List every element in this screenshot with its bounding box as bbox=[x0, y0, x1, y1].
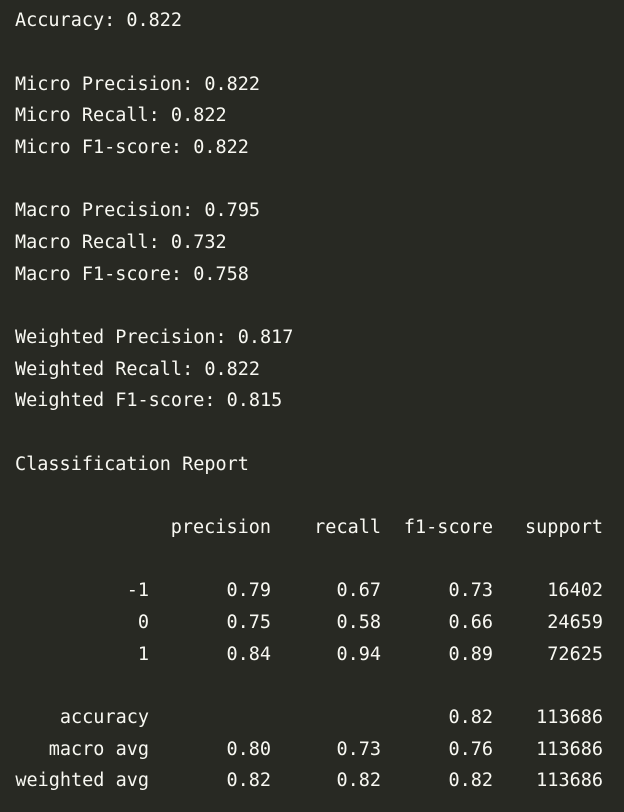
row-f1: 0.73 bbox=[448, 580, 493, 601]
row-f1: 0.82 bbox=[448, 707, 493, 728]
micro-recall-line: Micro Recall: 0.822 bbox=[15, 105, 227, 126]
header-precision: precision bbox=[170, 517, 271, 538]
header-support: support bbox=[525, 517, 603, 538]
micro-f1-line: Micro F1-score: 0.822 bbox=[15, 137, 249, 158]
row-precision: 0.75 bbox=[226, 612, 271, 633]
row-recall: 0.58 bbox=[336, 612, 381, 633]
row-recall: 0.82 bbox=[336, 770, 381, 791]
row-label: accuracy bbox=[59, 707, 149, 728]
row-f1: 0.76 bbox=[448, 739, 493, 760]
row-support: 113686 bbox=[536, 707, 603, 728]
row-label: macro avg bbox=[48, 739, 149, 760]
header-f1-score: f1-score bbox=[403, 517, 493, 538]
row-label: -1 bbox=[126, 580, 149, 601]
row-support: 16402 bbox=[547, 580, 603, 601]
weighted-recall-line: Weighted Recall: 0.822 bbox=[15, 359, 261, 380]
row-recall: 0.94 bbox=[336, 644, 381, 665]
row-precision: 0.80 bbox=[226, 739, 271, 760]
row-support: 113686 bbox=[536, 770, 603, 791]
row-f1: 0.89 bbox=[448, 644, 493, 665]
weighted-f1-line: Weighted F1-score: 0.815 bbox=[15, 390, 283, 411]
macro-recall-line: Macro Recall: 0.732 bbox=[15, 232, 227, 253]
row-precision: 0.82 bbox=[226, 770, 271, 791]
row-precision: 0.79 bbox=[226, 580, 271, 601]
accuracy-line: Accuracy: 0.822 bbox=[15, 10, 183, 31]
weighted-precision-line: Weighted Precision: 0.817 bbox=[15, 327, 294, 348]
macro-precision-line: Macro Precision: 0.795 bbox=[15, 200, 261, 221]
console-output: Accuracy: 0.822 Micro Precision: 0.822 M… bbox=[0, 0, 624, 812]
row-support: 24659 bbox=[547, 612, 603, 633]
row-precision bbox=[151, 707, 271, 729]
micro-precision-line: Micro Precision: 0.822 bbox=[15, 74, 261, 95]
row-recall: 0.73 bbox=[336, 739, 381, 760]
row-label: 0 bbox=[137, 612, 149, 633]
row-f1: 0.82 bbox=[448, 770, 493, 791]
row-support: 72625 bbox=[547, 644, 603, 665]
row-f1: 0.66 bbox=[448, 612, 493, 633]
row-label: weighted avg bbox=[15, 770, 149, 791]
row-recall: 0.67 bbox=[336, 580, 381, 601]
header-recall: recall bbox=[314, 517, 381, 538]
report-title: Classification Report bbox=[15, 454, 249, 475]
row-recall bbox=[271, 707, 381, 729]
row-label: 1 bbox=[137, 644, 149, 665]
row-support: 113686 bbox=[536, 739, 603, 760]
row-precision: 0.84 bbox=[226, 644, 271, 665]
macro-f1-line: Macro F1-score: 0.758 bbox=[15, 264, 249, 285]
